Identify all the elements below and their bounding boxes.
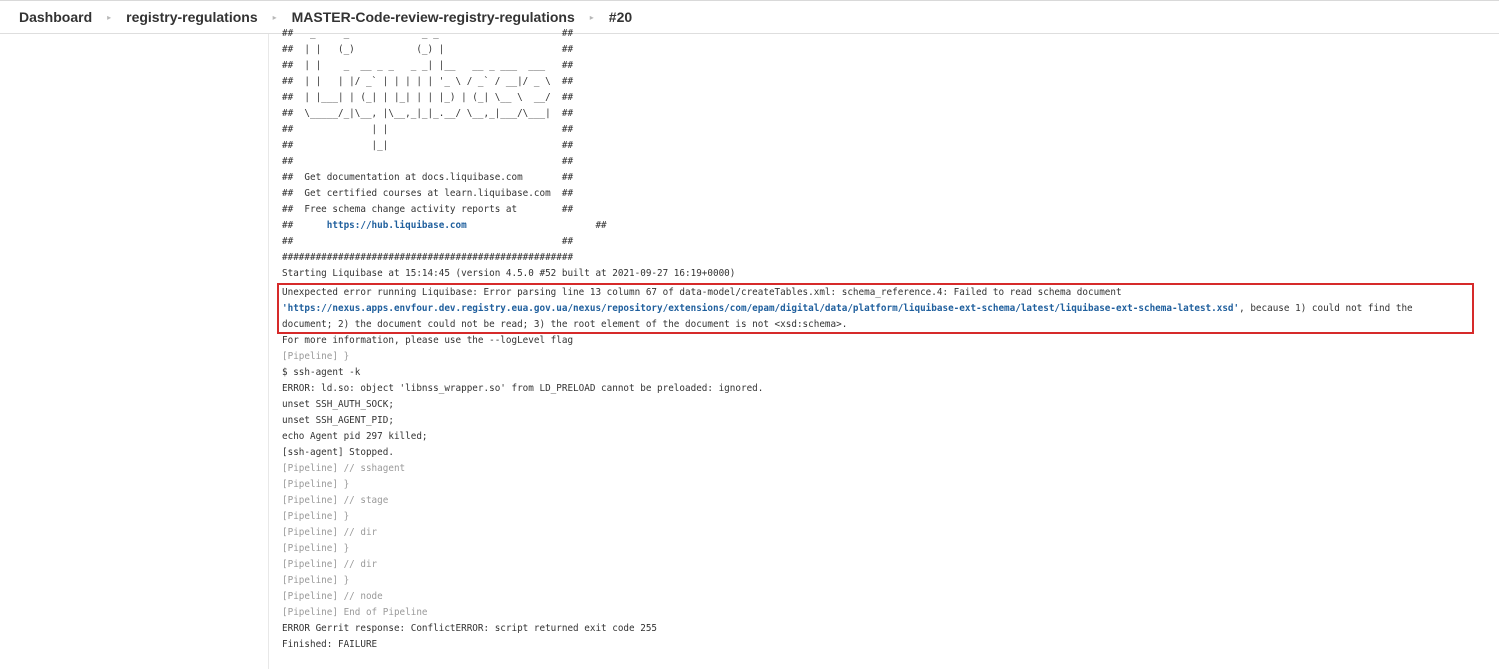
pipeline-log-line: [Pipeline] // dir bbox=[282, 527, 378, 538]
pipeline-log-line: [Pipeline] // stage bbox=[282, 495, 389, 506]
breadcrumb-registry-regulations[interactable]: registry-regulations bbox=[126, 9, 257, 25]
breadcrumb-job[interactable]: MASTER-Code-review-registry-regulations bbox=[292, 9, 575, 25]
console-line: echo Agent pid 297 killed; bbox=[282, 431, 428, 442]
pipeline-log-line: [Pipeline] // node bbox=[282, 591, 383, 602]
pipeline-log-line: [Pipeline] End of Pipeline bbox=[282, 607, 428, 618]
hub-liquibase-link[interactable]: https://hub.liquibase.com bbox=[327, 220, 467, 231]
breadcrumb-dashboard[interactable]: Dashboard bbox=[19, 9, 92, 25]
console-line: ## https://hub.liquibase.com ## bbox=[282, 218, 1482, 234]
console-text: ## bbox=[466, 220, 607, 231]
console-output: ## _ _ _ _ ## ## | | (_) (_) | ## ## | | _… bbox=[282, 26, 1482, 282]
console-line: For more information, please use the --l… bbox=[282, 335, 574, 346]
error-message: Unexpected error running Liquibase: Erro… bbox=[282, 285, 1472, 333]
console-line: ## | | ## bbox=[282, 124, 574, 135]
console-tail: For more information, please use the --l… bbox=[282, 333, 763, 653]
console-line: ## _ _ _ _ ## bbox=[282, 28, 574, 39]
console-line: ## Free schema change activity reports a… bbox=[282, 204, 574, 215]
console-line: ## | | (_) (_) | ## bbox=[282, 44, 574, 55]
pipeline-log-line: [Pipeline] // dir bbox=[282, 559, 378, 570]
pipeline-log-line: [Pipeline] } bbox=[282, 575, 350, 586]
breadcrumb-build-number[interactable]: #20 bbox=[609, 9, 632, 25]
console-line: unset SSH_AUTH_SOCK; bbox=[282, 399, 394, 410]
console-line: $ ssh-agent -k bbox=[282, 367, 361, 378]
error-line: 'https://nexus.apps.envfour.dev.registry… bbox=[282, 301, 1472, 317]
pipeline-log-line: [Pipeline] } bbox=[282, 511, 350, 522]
console-line: ########################################… bbox=[282, 252, 574, 263]
console-line: ## Get documentation at docs.liquibase.c… bbox=[282, 172, 574, 183]
pipeline-log-line: [Pipeline] } bbox=[282, 479, 350, 490]
pipeline-log-line: [Pipeline] // sshagent bbox=[282, 463, 406, 474]
console-line: [ssh-agent] Stopped. bbox=[282, 447, 394, 458]
console-line: ERROR Gerrit response: ConflictERROR: sc… bbox=[282, 623, 658, 634]
chevron-right-icon: ▸ bbox=[107, 12, 112, 22]
error-line: document; 2) the document could not be r… bbox=[282, 319, 848, 330]
console-line: ## \_____/_|\__, |\__,_|_|_.__/ \__,_|__… bbox=[282, 108, 574, 119]
pipeline-log-line: [Pipeline] } bbox=[282, 351, 350, 362]
schema-document-link[interactable]: 'https://nexus.apps.envfour.dev.registry… bbox=[282, 303, 1239, 314]
console-line: ## Get certified courses at learn.liquib… bbox=[282, 188, 574, 199]
console-text: ## bbox=[282, 220, 327, 231]
sidebar-divider bbox=[268, 34, 269, 669]
error-text: , because 1) could not find the bbox=[1239, 303, 1413, 314]
console-line: Finished: FAILURE bbox=[282, 639, 378, 650]
console-line: unset SSH_AGENT_PID; bbox=[282, 415, 394, 426]
console-line: ## |_| ## bbox=[282, 140, 574, 151]
console-line: ## | | _ __ _ _ _ _| |__ __ _ ___ ___ ## bbox=[282, 60, 574, 71]
chevron-right-icon: ▸ bbox=[589, 12, 594, 22]
console-line: Starting Liquibase at 15:14:45 (version … bbox=[282, 268, 736, 279]
console-line: ERROR: ld.so: object 'libnss_wrapper.so'… bbox=[282, 383, 764, 394]
pipeline-log-line: [Pipeline] } bbox=[282, 543, 350, 554]
console-line: ## | |___| | (_| | |_| | | |_) | (_| \__… bbox=[282, 92, 574, 103]
console-line: ## ## bbox=[282, 156, 574, 167]
console-line: ## | | | |/ _` | | | | | '_ \ / _` / __|… bbox=[282, 76, 574, 87]
console-line: ## ## bbox=[282, 236, 574, 247]
error-line: Unexpected error running Liquibase: Erro… bbox=[282, 287, 1122, 298]
chevron-right-icon: ▸ bbox=[272, 12, 277, 22]
